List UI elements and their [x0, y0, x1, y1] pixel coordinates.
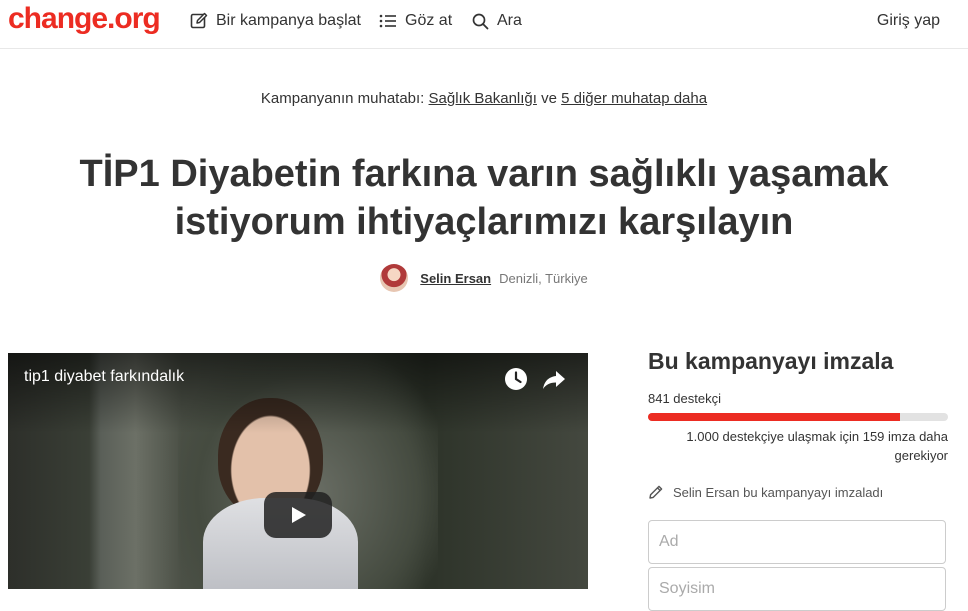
top-header: change.org Bir kampanya başlat Göz at Ar…: [0, 0, 968, 49]
login-link[interactable]: Giriş yap: [877, 10, 940, 32]
recent-signer-text: Selin Ersan bu kampanyayı imzaladı: [673, 484, 884, 500]
video-title[interactable]: tip1 diyabet farkındalık: [24, 368, 184, 386]
list-icon: [379, 14, 396, 28]
last-name-field[interactable]: [648, 567, 946, 611]
sign-heading: Bu kampanyayı imzala: [648, 348, 894, 374]
watch-later-icon[interactable]: [503, 366, 529, 392]
recipients-conjunction: ve: [541, 90, 557, 107]
author-avatar[interactable]: [380, 264, 409, 292]
recent-signer: Selin Ersan bu kampanyayı imzaladı: [648, 484, 883, 500]
browse-label: Göz at: [405, 12, 453, 29]
search-icon: [472, 13, 489, 29]
video-top-gradient: [8, 353, 588, 433]
recipients-prefix: Kampanyanın muhatabı:: [260, 90, 425, 107]
start-campaign-label: Bir kampanya başlat: [216, 12, 361, 29]
share-icon[interactable]: [541, 366, 567, 392]
edit-icon: [190, 12, 208, 29]
goal-text: 1.000 destekçiye ulaşmak için 159 imza d…: [686, 429, 948, 463]
browse-link[interactable]: Göz at: [379, 10, 452, 32]
other-recipients-link[interactable]: 5 diğer muhatap daha: [561, 90, 707, 107]
search-link[interactable]: Ara: [472, 10, 522, 32]
start-campaign-link[interactable]: Bir kampanya başlat: [190, 10, 361, 32]
author-name-link[interactable]: Selin Ersan: [420, 271, 491, 286]
supporter-count: 841 destekçi: [648, 391, 721, 406]
search-label: Ara: [497, 12, 522, 29]
first-name-field[interactable]: [648, 520, 946, 564]
recipient-primary-link[interactable]: Sağlık Bakanlığı: [429, 90, 537, 107]
recipients-line: Kampanyanın muhatabı: Sağlık Bakanlığı v…: [0, 90, 968, 107]
play-icon: [292, 507, 306, 523]
signature-progress-bar: [648, 413, 948, 421]
author-info: Selin Ersan Denizli, Türkiye: [0, 264, 968, 292]
petition-title: TİP1 Diyabetin farkına varın sağlıklı ya…: [79, 153, 889, 243]
author-location: Denizli, Türkiye: [499, 270, 588, 286]
change-org-logo[interactable]: change.org: [8, 2, 161, 36]
pen-icon: [649, 485, 663, 499]
play-button[interactable]: [264, 492, 332, 538]
signature-progress-fill: [648, 413, 901, 421]
video-player[interactable]: tip1 diyabet farkındalık: [8, 353, 588, 589]
